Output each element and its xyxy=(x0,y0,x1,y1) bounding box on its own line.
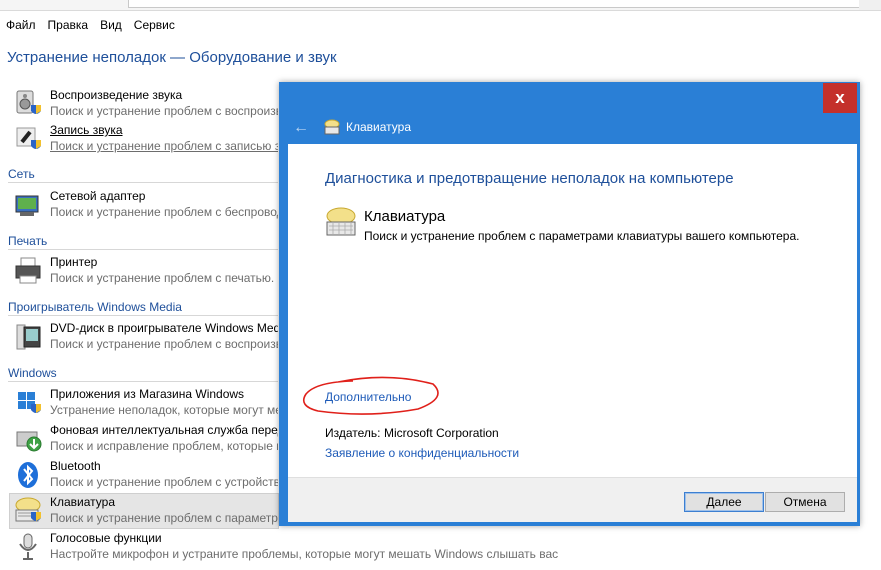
item-title: Принтер xyxy=(50,255,98,269)
item-desc: Поиск и устранение проблем с записью зву… xyxy=(50,139,278,153)
menu-tools[interactable]: Сервис xyxy=(128,18,181,32)
item-title: Сетевой адаптер xyxy=(50,189,146,203)
group-windows: Windows xyxy=(8,366,278,382)
cancel-button[interactable]: Отмена xyxy=(765,492,845,512)
keyboard-icon xyxy=(326,207,356,236)
item-desc: Поиск и устранение проблем с беспроводны… xyxy=(50,205,278,219)
advanced-link[interactable]: Дополнительно xyxy=(325,390,411,404)
group-network: Сеть xyxy=(8,167,278,183)
bluetooth-icon xyxy=(18,462,38,488)
publisher-value: Microsoft Corporation xyxy=(384,426,499,440)
list-item-printer[interactable]: Принтер Поиск и устранение проблем с печ… xyxy=(10,254,278,288)
list-item-playback[interactable]: Воспроизведение звука Поиск и устранение… xyxy=(10,87,278,121)
next-button[interactable]: Далее xyxy=(684,492,764,512)
dvd-player-icon xyxy=(16,324,41,350)
item-desc: Поиск и устранение проблем с воспроизвед… xyxy=(50,337,278,351)
menu-file[interactable]: Файл xyxy=(0,18,42,32)
item-title: Голосовые функции xyxy=(50,531,162,545)
dialog-caption: Клавиатура xyxy=(346,120,411,134)
tool-description: Поиск и устранение проблем с параметрами… xyxy=(364,229,800,243)
printer-icon xyxy=(15,257,41,284)
dialog-footer: Далее Отмена xyxy=(288,477,857,522)
item-desc: Поиск и устранение проблем с устройствам… xyxy=(50,475,278,489)
list-item-speech[interactable]: Голосовые функции Настройте микрофон и у… xyxy=(10,530,610,564)
store-icon xyxy=(18,392,41,413)
item-title: Воспроизведение звука xyxy=(50,88,183,102)
list-item-network-adapter[interactable]: Сетевой адаптер Поиск и устранение пробл… xyxy=(10,188,278,222)
privacy-statement-link[interactable]: Заявление о конфиденциальности xyxy=(325,446,519,460)
menu-view[interactable]: Вид xyxy=(94,18,128,32)
list-item-bits[interactable]: Фоновая интеллектуальная служба передачи… xyxy=(10,422,278,456)
item-title: DVD-диск в проигрывателе Windows Media xyxy=(50,321,278,335)
dialog-heading: Диагностика и предотвращение неполадок н… xyxy=(325,170,734,187)
item-title: Фоновая интеллектуальная служба передачи… xyxy=(50,423,278,437)
network-adapter-icon xyxy=(15,195,39,216)
keyboard-icon xyxy=(324,119,340,135)
list-item-bluetooth[interactable]: Bluetooth Поиск и устранение проблем с у… xyxy=(10,458,278,492)
menu-edit[interactable]: Правка xyxy=(42,18,95,32)
dialog-caption-bar: ← Клавиатура xyxy=(289,114,850,142)
item-desc: Настройте микрофон и устраните проблемы,… xyxy=(50,547,559,561)
group-media: Проигрыватель Windows Media xyxy=(8,300,278,316)
item-title: Приложения из Магазина Windows xyxy=(50,387,245,401)
publisher-label: Издатель: xyxy=(325,426,381,440)
search-box-edge[interactable] xyxy=(859,0,881,10)
list-item-dvd[interactable]: DVD-диск в проигрывателе Windows Media П… xyxy=(10,320,278,354)
close-button[interactable]: x xyxy=(823,83,857,113)
item-desc: Поиск и исправление проблем, которые мог… xyxy=(50,439,278,453)
speaker-icon xyxy=(16,90,41,114)
page-title: Устранение неполадок — Оборудование и зв… xyxy=(7,49,337,66)
dialog-content: Диагностика и предотвращение неполадок н… xyxy=(288,144,857,522)
list-item-recording[interactable]: Запись звука Поиск и устранение проблем … xyxy=(10,122,278,156)
item-desc: Поиск и устранение проблем с воспроизвед… xyxy=(50,104,278,118)
menu-bar: Файл Правка Вид Сервис xyxy=(0,12,881,38)
item-title: Запись звука xyxy=(50,123,123,137)
address-bar-strip xyxy=(0,0,881,11)
item-title: Клавиатура xyxy=(50,495,115,509)
list-item-keyboard[interactable]: Клавиатура Поиск и устранение проблем с … xyxy=(9,493,279,529)
back-arrow-icon[interactable]: ← xyxy=(293,119,309,137)
item-desc: Устранение неполадок, которые могут меша… xyxy=(50,403,278,417)
bits-service-icon xyxy=(16,431,42,452)
address-bar[interactable] xyxy=(128,0,869,8)
item-desc: Поиск и устранение проблем с параметрами… xyxy=(50,511,278,525)
troubleshooter-dialog: x ← Клавиатура Диагностика и предотвраще… xyxy=(279,82,860,526)
group-print: Печать xyxy=(8,234,278,250)
item-title: Bluetooth xyxy=(50,459,101,473)
tool-title: Клавиатура xyxy=(364,208,446,225)
item-desc: Поиск и устранение проблем с печатью. xyxy=(50,271,275,285)
microphone-icon xyxy=(19,533,37,560)
keyboard-icon xyxy=(15,497,41,522)
microphone-icon xyxy=(16,127,41,149)
list-item-store-apps[interactable]: Приложения из Магазина Windows Устранени… xyxy=(10,386,278,420)
